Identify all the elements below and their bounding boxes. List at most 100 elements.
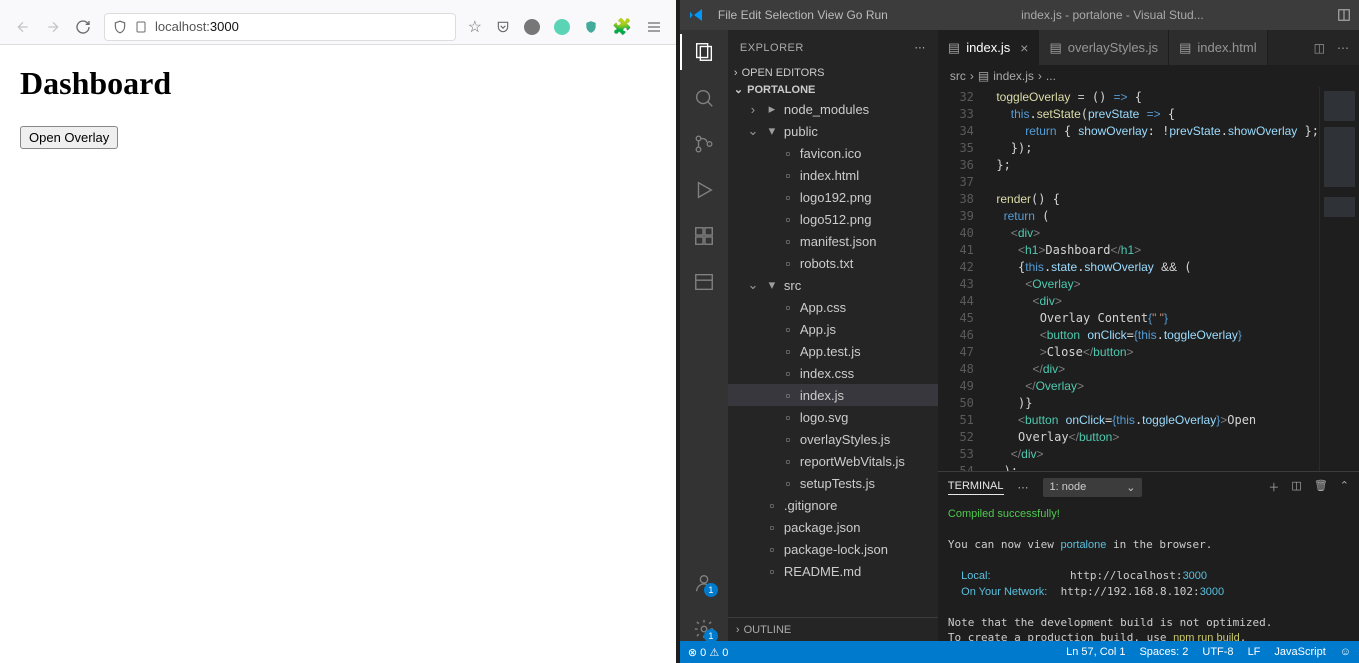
tree-item-logo512-png[interactable]: ▫logo512.png — [728, 208, 938, 230]
more-icon[interactable]: ⋯ — [914, 41, 926, 54]
file-icon: ▫ — [780, 256, 796, 271]
tree-item-reportWebVitals-js[interactable]: ▫reportWebVitals.js — [728, 450, 938, 472]
back-button[interactable] — [14, 18, 32, 36]
ext2-icon[interactable] — [554, 19, 570, 35]
new-terminal-icon[interactable]: ＋ — [1268, 479, 1279, 495]
menu-go[interactable]: Go — [846, 8, 862, 22]
shield-icon — [113, 20, 127, 34]
tree-item-favicon-ico[interactable]: ▫favicon.ico — [728, 142, 938, 164]
panel-icon[interactable] — [692, 270, 716, 294]
editor-tabs: ▤index.js×▤overlayStyles.js▤index.html ◫ ⋯ — [938, 30, 1359, 65]
terminal-more-icon[interactable]: ⋯ — [1018, 481, 1029, 494]
status-errors[interactable]: ⊗ 0 ⚠ 0 — [688, 646, 729, 659]
close-tab-icon[interactable]: × — [1020, 40, 1028, 56]
status-bar: ⊗ 0 ⚠ 0 Ln 57, Col 1 Spaces: 2 UTF-8 LF … — [680, 641, 1359, 663]
tree-item-manifest-json[interactable]: ▫manifest.json — [728, 230, 938, 252]
menu-selection[interactable]: Selection — [765, 8, 814, 22]
account-icon[interactable]: 1 — [692, 571, 716, 595]
tree-item-node_modules[interactable]: ›▸node_modules — [728, 98, 938, 120]
menu-run[interactable]: Run — [866, 8, 888, 22]
terminal-tab[interactable]: TERMINAL — [948, 480, 1004, 495]
file-icon: ▤ — [978, 69, 989, 83]
file-icon: ▫ — [780, 388, 796, 403]
split-editor-icon[interactable]: ◫ — [1314, 41, 1325, 55]
tree-item-public[interactable]: ⌄▾public — [728, 120, 938, 142]
tab-index-js[interactable]: ▤index.js× — [938, 30, 1040, 65]
menu-view[interactable]: View — [817, 8, 843, 22]
pocket-icon[interactable] — [496, 20, 510, 34]
menu-file[interactable]: File — [718, 8, 737, 22]
tree-item-logo-svg[interactable]: ▫logo.svg — [728, 406, 938, 428]
tree-item-App-test-js[interactable]: ▫App.test.js — [728, 340, 938, 362]
tree-item-index-js[interactable]: ▫index.js — [728, 384, 938, 406]
tree-item-index-html[interactable]: ▫index.html — [728, 164, 938, 186]
tree-item-App-css[interactable]: ▫App.css — [728, 296, 938, 318]
open-overlay-button[interactable]: Open Overlay — [20, 126, 118, 149]
terminal-output[interactable]: Compiled successfully! You can now view … — [938, 502, 1359, 641]
file-icon: ▫ — [780, 168, 796, 183]
debug-icon[interactable] — [692, 178, 716, 202]
menu-edit[interactable]: Edit — [741, 8, 762, 22]
status-ln[interactable]: Ln 57, Col 1 — [1066, 646, 1125, 658]
reload-button[interactable] — [74, 18, 92, 36]
maximize-terminal-icon[interactable]: ⌃ — [1340, 479, 1349, 495]
terminal-shell-select[interactable]: 1: node⌄ — [1043, 478, 1143, 497]
status-lang[interactable]: JavaScript — [1274, 646, 1325, 658]
tree-item--gitignore[interactable]: ▫.gitignore — [728, 494, 938, 516]
file-icon: ▫ — [780, 234, 796, 249]
search-icon[interactable] — [692, 86, 716, 110]
file-icon: ▤ — [1049, 40, 1061, 56]
address-bar[interactable]: localhost:3000 — [104, 13, 456, 41]
file-icon: ▫ — [780, 322, 796, 337]
open-editors-section[interactable]: ›OPEN EDITORS — [728, 65, 938, 81]
ext1-icon[interactable] — [524, 19, 540, 35]
ext4-icon[interactable]: 🧩 — [612, 17, 632, 37]
forward-button[interactable] — [44, 18, 62, 36]
layout-icon[interactable] — [1337, 8, 1351, 22]
status-eol[interactable]: LF — [1248, 646, 1261, 658]
menu-icon[interactable] — [646, 19, 662, 35]
tree-item-README-md[interactable]: ▫README.md — [728, 560, 938, 582]
extensions-icon[interactable] — [692, 224, 716, 248]
file-tree: ›▸node_modules⌄▾public▫favicon.ico▫index… — [728, 98, 938, 617]
browser-window: localhost:3000 ☆ 🧩 Dashboard Open Overla… — [0, 0, 680, 663]
breadcrumb[interactable]: src› ▤index.js› ... — [938, 65, 1359, 87]
status-enc[interactable]: UTF-8 — [1202, 646, 1233, 658]
tree-item-package-lock-json[interactable]: ▫package-lock.json — [728, 538, 938, 560]
outline-section[interactable]: ›OUTLINE — [728, 617, 938, 641]
tree-item-App-js[interactable]: ▫App.js — [728, 318, 938, 340]
folder-icon: ▾ — [764, 123, 780, 139]
split-terminal-icon[interactable]: ◫ — [1291, 479, 1301, 495]
browser-content: Dashboard Open Overlay — [0, 45, 676, 663]
status-spaces[interactable]: Spaces: 2 — [1139, 646, 1188, 658]
file-icon: ▫ — [780, 410, 796, 425]
tree-item-robots-txt[interactable]: ▫robots.txt — [728, 252, 938, 274]
feedback-icon[interactable]: ☺ — [1340, 646, 1351, 658]
tree-item-setupTests-js[interactable]: ▫setupTests.js — [728, 472, 938, 494]
tab-index-html[interactable]: ▤index.html — [1169, 30, 1268, 65]
project-section[interactable]: ⌄PORTALONE — [728, 81, 938, 98]
settings-icon[interactable]: 1 — [692, 617, 716, 641]
ext3-icon[interactable] — [584, 20, 598, 34]
tree-item-package-json[interactable]: ▫package.json — [728, 516, 938, 538]
tree-item-logo192-png[interactable]: ▫logo192.png — [728, 186, 938, 208]
minimap[interactable] — [1319, 87, 1359, 471]
code-editor[interactable]: toggleOverlay = () => { this.setState(pr… — [982, 87, 1319, 471]
line-gutter: 32 33 34 35 36 37 38 39 40 41 42 43 44 4… — [938, 87, 982, 471]
file-icon: ▫ — [780, 432, 796, 447]
file-icon: ▫ — [780, 344, 796, 359]
kill-terminal-icon[interactable]: 🗑 — [1314, 479, 1328, 495]
scm-icon[interactable] — [692, 132, 716, 156]
sidebar: EXPLORER ⋯ ›OPEN EDITORS ⌄PORTALONE ›▸no… — [728, 30, 938, 641]
bookmark-icon[interactable]: ☆ — [468, 17, 482, 37]
file-icon: ▫ — [780, 190, 796, 205]
tree-item-overlayStyles-js[interactable]: ▫overlayStyles.js — [728, 428, 938, 450]
tree-item-index-css[interactable]: ▫index.css — [728, 362, 938, 384]
page-icon — [135, 20, 147, 34]
file-icon: ▫ — [780, 366, 796, 381]
tab-overlayStyles-js[interactable]: ▤overlayStyles.js — [1039, 30, 1169, 65]
more-tabs-icon[interactable]: ⋯ — [1337, 41, 1349, 55]
tree-item-src[interactable]: ⌄▾src — [728, 274, 938, 296]
explorer-icon[interactable] — [692, 40, 716, 64]
file-icon: ▫ — [764, 564, 780, 579]
